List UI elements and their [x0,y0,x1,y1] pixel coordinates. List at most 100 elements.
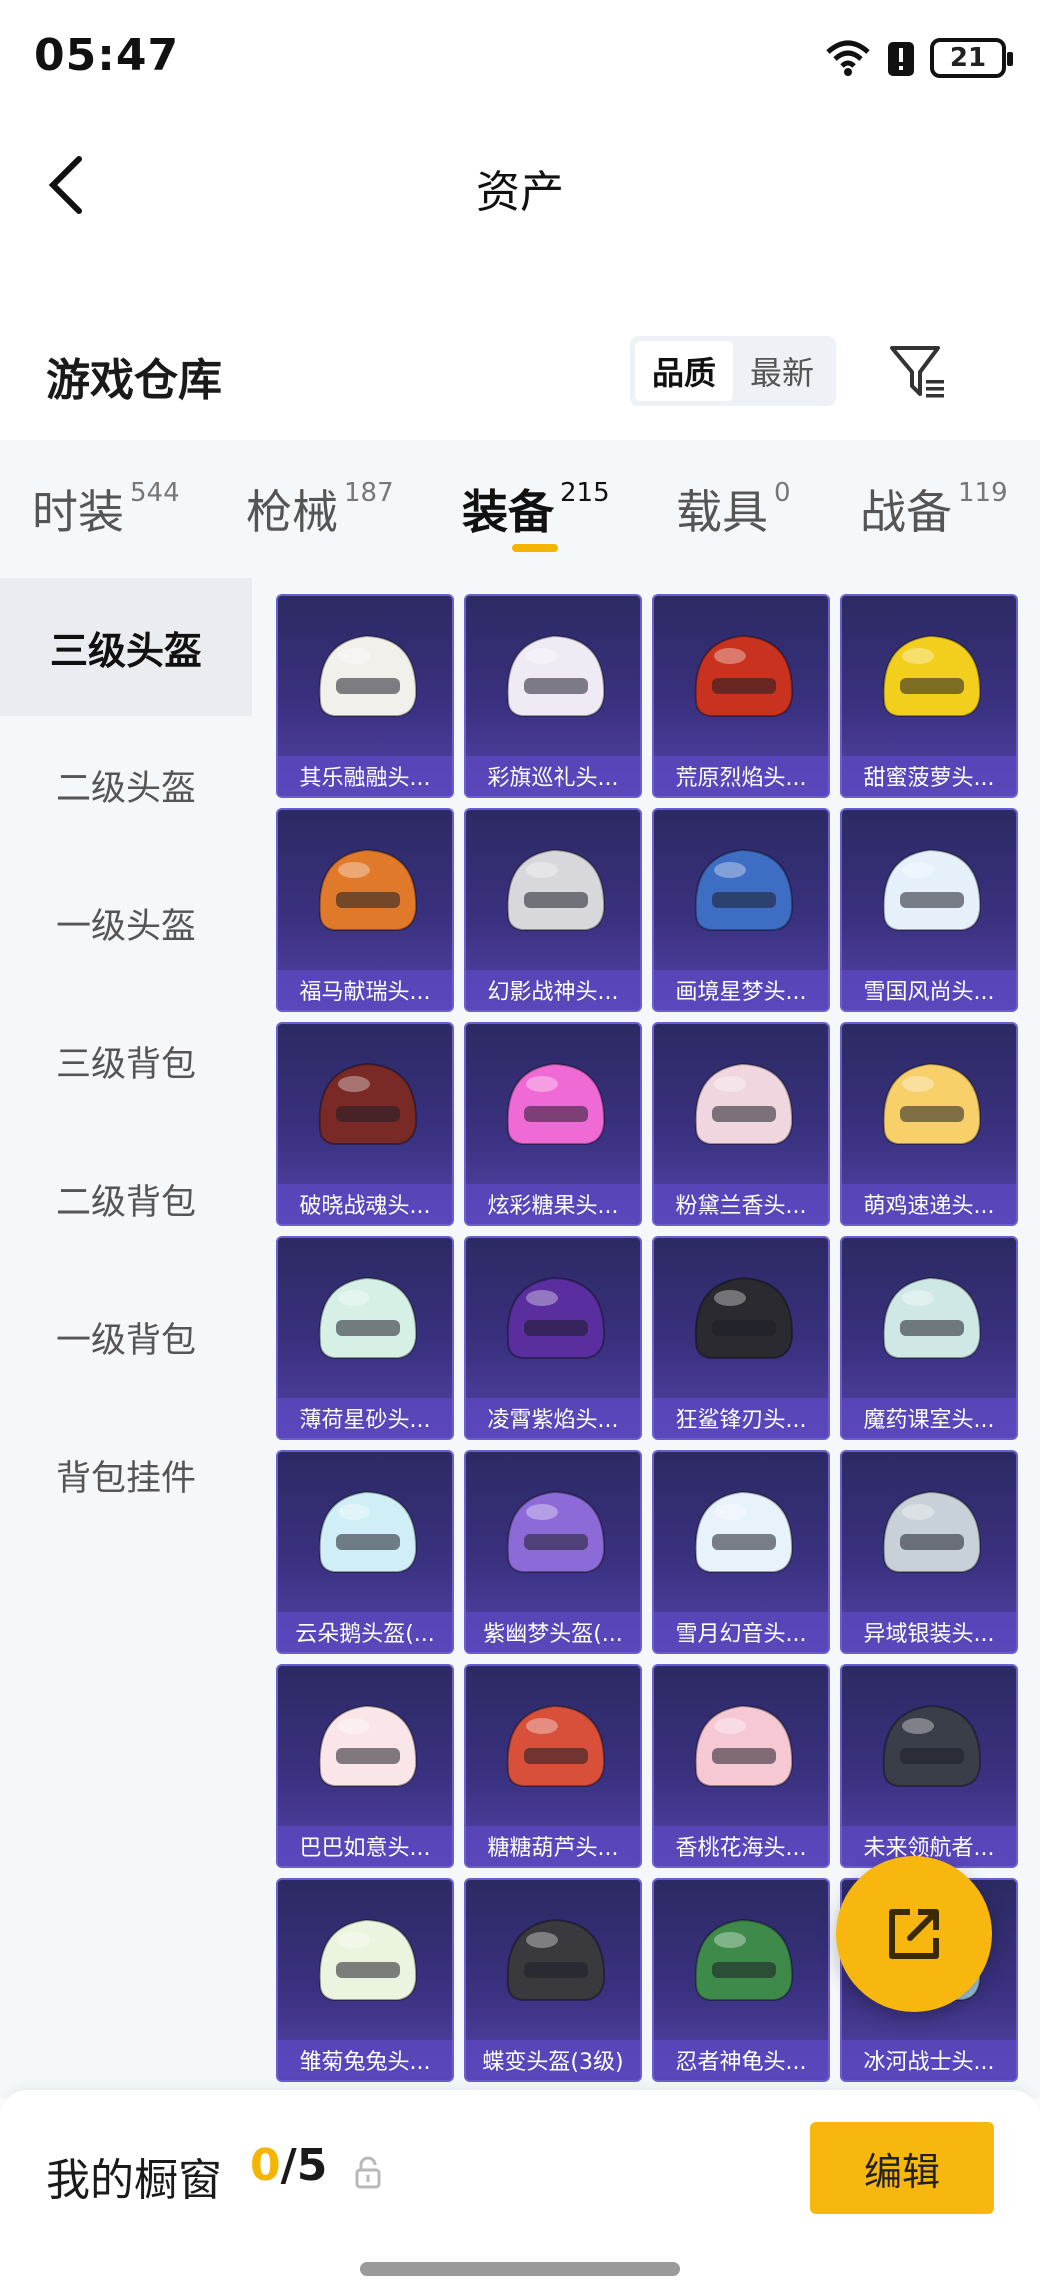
helmet-icon [882,848,982,931]
helmet-icon [882,1490,982,1573]
helmet-icon [694,1704,794,1787]
sidebar-item-level2-backpack[interactable]: 二级背包 [0,1130,252,1268]
lock-icon [355,2156,381,2189]
helmet-icon [694,1490,794,1573]
wifi-icon [826,40,870,76]
sidebar-item-level2-helmet[interactable]: 二级头盔 [0,716,252,854]
tab-weapons[interactable]: 枪械 187 [246,476,394,542]
helmet-icon [506,1062,606,1145]
item-card[interactable]: 香桃花海头... [652,1664,830,1868]
alert-icon [888,42,914,76]
item-card[interactable]: 幻影战神头... [464,808,642,1012]
item-card[interactable]: 彩旗巡礼头... [464,594,642,798]
sidebar-item-level1-helmet[interactable]: 一级头盔 [0,854,252,992]
item-name: 魔药课室头... [842,1398,1016,1438]
sidebar: 三级头盔 二级头盔 一级头盔 三级背包 二级背包 一级背包 背包挂件 [0,578,252,2098]
item-card[interactable]: 其乐融融头... [276,594,454,798]
item-name: 福马献瑞头... [278,970,452,1010]
sidebar-item-level1-backpack[interactable]: 一级背包 [0,1268,252,1406]
tab-equipment[interactable]: 装备 215 [462,476,610,542]
item-card[interactable]: 蝶变头盔(3级) [464,1878,642,2082]
helmet-icon [882,1062,982,1145]
sort-quality-button[interactable]: 品质 [635,341,733,401]
item-card[interactable]: 萌鸡速递头... [840,1022,1018,1226]
sort-newest-button[interactable]: 最新 [733,341,831,401]
sidebar-item-backpack-charm[interactable]: 背包挂件 [0,1406,252,1544]
item-name: 蝶变头盔(3级) [466,2040,640,2080]
item-card[interactable]: 糖糖葫芦头... [464,1664,642,1868]
tab-supplies[interactable]: 战备 119 [860,476,1008,542]
showcase-total: 5 [296,2140,328,2191]
item-card[interactable]: 荒原烈焰头... [652,594,830,798]
active-tab-indicator [512,544,558,552]
helmet-icon [694,1276,794,1359]
edit-button[interactable]: 编辑 [810,2122,994,2214]
helmet-icon [506,1704,606,1787]
item-name: 巴巴如意头... [278,1826,452,1866]
item-card[interactable]: 云朵鹅头盔(... [276,1450,454,1654]
item-card[interactable]: 雪月幻音头... [652,1450,830,1654]
tab-label: 载具 [676,485,768,539]
showcase-count: 0/5 [250,2140,327,2191]
item-name: 雪月幻音头... [654,1612,828,1652]
item-name: 雪国风尚头... [842,970,1016,1010]
item-name: 薄荷星砂头... [278,1398,452,1438]
sidebar-item-level3-helmet[interactable]: 三级头盔 [0,578,252,716]
item-card[interactable]: 破晓战魂头... [276,1022,454,1226]
tab-vehicles[interactable]: 载具 0 [676,476,791,542]
share-button[interactable] [836,1856,992,2012]
home-indicator[interactable] [360,2262,680,2276]
tab-count: 215 [560,478,610,508]
item-card[interactable]: 甜蜜菠萝头... [840,594,1018,798]
item-card[interactable]: 薄荷星砂头... [276,1236,454,1440]
filter-button[interactable] [886,340,950,404]
warehouse-title: 游戏仓库 [46,355,222,406]
showcase-bar: 我的橱窗 0/5 编辑 [0,2090,1040,2295]
warehouse-header: 游戏仓库 品质 最新 [0,318,1040,438]
item-card[interactable]: 凌霄紫焰头... [464,1236,642,1440]
helmet-icon [694,848,794,931]
status-bar: 05:47 21 [0,0,1040,120]
item-card[interactable]: 未来领航者... [840,1664,1018,1868]
item-name: 画境星梦头... [654,970,828,1010]
showcase-current: 0 [250,2140,281,2191]
item-card[interactable]: 炫彩糖果头... [464,1022,642,1226]
tab-label: 装备 [462,485,554,539]
item-card[interactable]: 巴巴如意头... [276,1664,454,1868]
item-card[interactable]: 异域银装头... [840,1450,1018,1654]
item-card[interactable]: 雏菊兔兔头... [276,1878,454,2082]
helmet-icon [318,1704,418,1787]
item-name: 荒原烈焰头... [654,756,828,796]
item-name: 破晓战魂头... [278,1184,452,1224]
item-card[interactable]: 粉黛兰香头... [652,1022,830,1226]
item-name: 云朵鹅头盔(... [278,1612,452,1652]
filter-icon [890,346,944,398]
item-card[interactable]: 魔药课室头... [840,1236,1018,1440]
showcase-separator: / [280,2140,297,2191]
tab-fashion[interactable]: 时装 544 [32,476,180,542]
page-title: 资产 [476,167,564,218]
item-card[interactable]: 画境星梦头... [652,808,830,1012]
helmet-icon [506,634,606,717]
item-name: 香桃花海头... [654,1826,828,1866]
sidebar-item-level3-backpack[interactable]: 三级背包 [0,992,252,1130]
status-icons: 21 [824,34,1013,82]
helmet-icon [506,848,606,931]
item-card[interactable]: 雪国风尚头... [840,808,1018,1012]
helmet-icon [694,1062,794,1145]
item-name: 甜蜜菠萝头... [842,756,1016,796]
item-card[interactable]: 狂鲨锋刃头... [652,1236,830,1440]
tab-count: 544 [130,478,180,508]
item-card[interactable]: 福马献瑞头... [276,808,454,1012]
item-card[interactable]: 紫幽梦头盔(... [464,1450,642,1654]
item-name: 凌霄紫焰头... [466,1398,640,1438]
helmet-icon [318,1918,418,2001]
status-time: 05:47 [34,30,180,81]
nav-bar: 资产 [0,120,1040,250]
tab-label: 时装 [32,485,124,539]
category-tabs: 时装 544 枪械 187 装备 215 载具 0 战备 119 [0,440,1040,578]
battery-level: 21 [949,43,987,73]
item-name: 幻影战神头... [466,970,640,1010]
item-name: 其乐融融头... [278,756,452,796]
item-card[interactable]: 忍者神龟头... [652,1878,830,2082]
